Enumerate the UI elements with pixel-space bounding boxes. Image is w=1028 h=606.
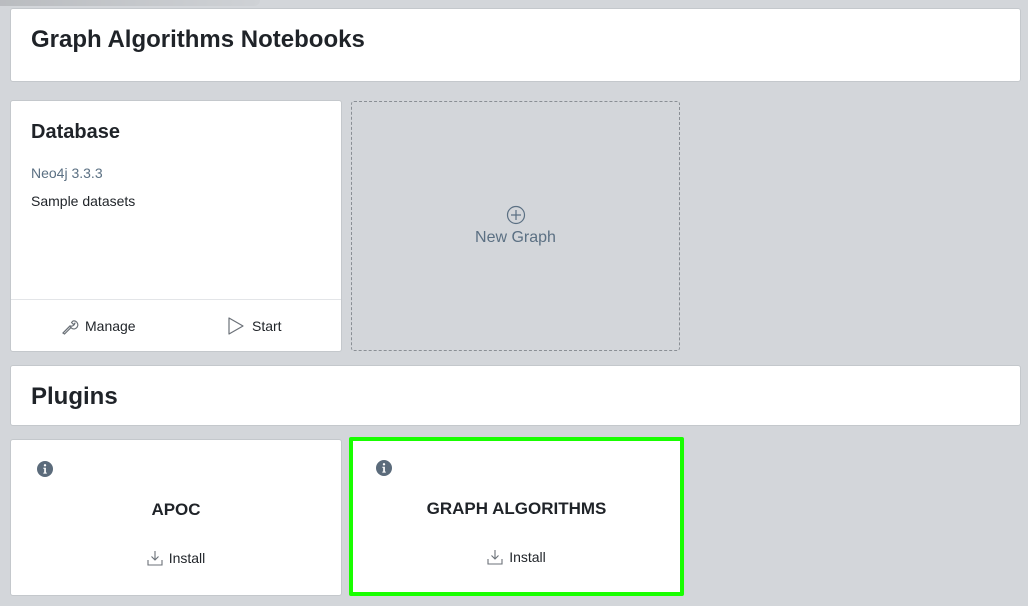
database-title: Database bbox=[31, 121, 120, 143]
plugins-header-panel: Plugins bbox=[10, 365, 1021, 426]
plugin-name: GRAPH ALGORITHMS bbox=[426, 499, 607, 518]
download-icon bbox=[147, 551, 163, 566]
window-shadow bbox=[0, 0, 260, 6]
manage-button[interactable]: Manage bbox=[61, 300, 136, 351]
plugin-card-apoc: APOC Install bbox=[10, 439, 342, 596]
play-icon bbox=[228, 316, 244, 335]
new-graph-label: New Graph bbox=[475, 229, 556, 246]
database-card: Database Neo4j 3.3.3 Sample datasets Man… bbox=[10, 100, 342, 352]
install-label: Install bbox=[168, 550, 206, 566]
info-icon[interactable] bbox=[376, 460, 392, 476]
download-icon bbox=[487, 550, 503, 565]
start-label: Start bbox=[252, 317, 282, 334]
plus-circle-icon bbox=[506, 205, 525, 225]
new-graph-card[interactable]: New Graph bbox=[351, 101, 680, 351]
page-title: Graph Algorithms Notebooks bbox=[31, 26, 365, 53]
manage-label: Manage bbox=[85, 317, 136, 334]
plugin-card-graph-algorithms: GRAPH ALGORITHMS Install bbox=[349, 437, 684, 596]
start-button[interactable]: Start bbox=[226, 300, 282, 351]
install-label: Install bbox=[509, 549, 546, 565]
header-panel: Graph Algorithms Notebooks bbox=[10, 8, 1021, 82]
info-icon[interactable] bbox=[37, 461, 53, 477]
plugin-name: APOC bbox=[151, 500, 201, 519]
plugins-title: Plugins bbox=[31, 383, 118, 410]
database-card-footer: Manage Start bbox=[11, 299, 341, 351]
install-button-apoc[interactable]: Install bbox=[11, 550, 341, 566]
database-description: Sample datasets bbox=[31, 193, 136, 209]
database-version: Neo4j 3.3.3 bbox=[31, 165, 103, 181]
wrench-icon bbox=[62, 319, 79, 335]
install-button-graph-algorithms[interactable]: Install bbox=[353, 549, 680, 565]
